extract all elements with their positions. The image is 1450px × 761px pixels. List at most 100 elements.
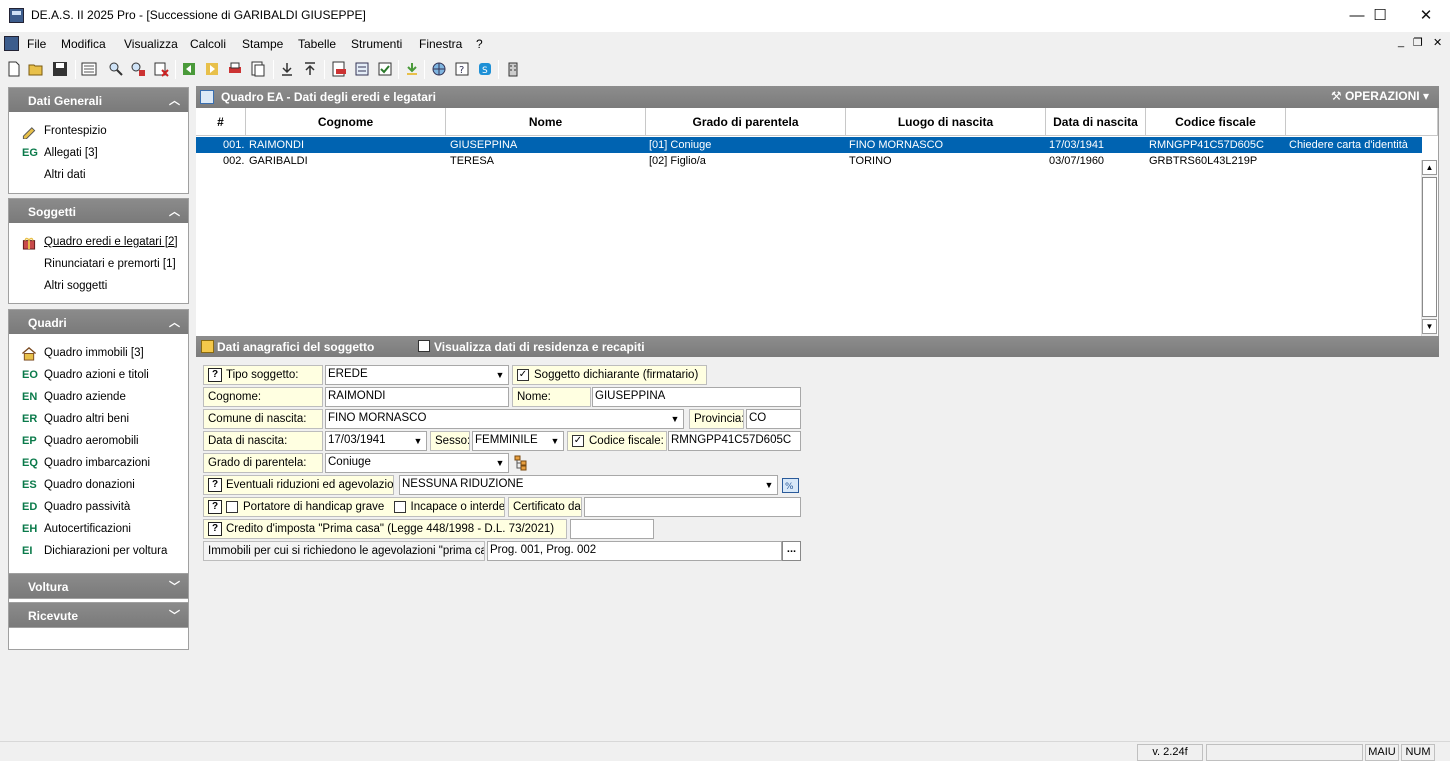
collapse-icon[interactable]: ︿ <box>169 314 180 330</box>
chevron-down-icon[interactable]: ▼ <box>493 456 507 471</box>
skype-icon[interactable]: S <box>477 61 493 77</box>
column-header-nome[interactable]: Nome <box>446 108 646 136</box>
sidebar-item-quadro-aziende[interactable]: EN Quadro aziende <box>9 388 188 408</box>
menu-modifica[interactable]: Modifica <box>61 37 106 51</box>
tipo-soggetto-select[interactable]: EREDE ▼ <box>325 365 509 385</box>
menu-visualizza[interactable]: Visualizza <box>124 37 178 51</box>
scroll-down-button[interactable]: ▼ <box>1422 319 1437 334</box>
codice-fiscale-input[interactable]: RMNGPP41C57D605C <box>668 431 801 451</box>
codice-fiscale-checkbox[interactable]: ✓ <box>572 435 584 447</box>
globe-icon[interactable] <box>431 61 447 77</box>
section-header-quadri[interactable]: Quadri ︿ <box>9 310 188 334</box>
chevron-down-icon[interactable]: ▼ <box>762 478 776 493</box>
save-icon[interactable] <box>52 61 68 77</box>
grado-parentela-select[interactable]: Coniuge ▼ <box>325 453 509 473</box>
sidebar-item-altri-dati[interactable]: Altri dati <box>9 166 188 186</box>
section-header-dati-generali[interactable]: Dati Generali ︿ <box>9 88 188 112</box>
chevron-down-icon[interactable]: ▼ <box>411 434 425 449</box>
operations-menu[interactable]: ⚒ OPERAZIONI ▾ <box>1331 89 1429 103</box>
menu-file[interactable]: File <box>27 37 46 51</box>
handicap-checkbox[interactable] <box>226 501 238 513</box>
column-header-cf[interactable]: Codice fiscale <box>1146 108 1286 136</box>
export-icon[interactable] <box>302 61 318 77</box>
sidebar-item-frontespizio[interactable]: Frontespizio <box>9 122 188 142</box>
show-residence-checkbox[interactable] <box>418 340 430 352</box>
table-row[interactable]: 002. GARIBALDI TERESA [02] Figlio/a TORI… <box>196 153 1422 169</box>
collapse-icon[interactable]: ︿ <box>169 203 180 219</box>
show-residence-label[interactable]: Visualizza dati di residenza e recapiti <box>434 340 645 354</box>
sidebar-item-quadro-donazioni[interactable]: ES Quadro donazioni <box>9 476 188 496</box>
column-header-luogo[interactable]: Luogo di nascita <box>846 108 1046 136</box>
section-header-voltura[interactable]: Voltura ﹀ <box>9 574 188 598</box>
new-document-icon[interactable] <box>6 61 22 77</box>
scroll-up-button[interactable]: ▲ <box>1422 160 1437 175</box>
previous-icon[interactable] <box>181 61 197 77</box>
list-view-icon[interactable] <box>81 61 97 77</box>
codice-fiscale-label[interactable]: ✓ Codice fiscale: <box>567 431 667 451</box>
mdi-close-button[interactable]: ✕ <box>1433 36 1442 49</box>
print-icon[interactable] <box>227 61 243 77</box>
delete-record-icon[interactable] <box>153 61 169 77</box>
riduzioni-select[interactable]: NESSUNA RIDUZIONE ▼ <box>399 475 778 495</box>
column-header-data[interactable]: Data di nascita <box>1046 108 1146 136</box>
chevron-down-icon[interactable]: ▼ <box>668 412 682 427</box>
percent-table-icon[interactable]: % <box>782 478 799 493</box>
data-nascita-picker[interactable]: 17/03/1941 ▼ <box>325 431 427 451</box>
sidebar-item-quadro-passivita[interactable]: ED Quadro passività <box>9 498 188 518</box>
chevron-down-icon[interactable]: ▼ <box>493 368 507 383</box>
section-ricevute[interactable]: Ricevute ﹀ <box>8 602 189 628</box>
section-voltura[interactable]: Voltura ﹀ <box>8 573 189 599</box>
scroll-thumb[interactable] <box>1422 177 1437 317</box>
checklist-icon[interactable] <box>377 61 393 77</box>
sidebar-item-altri-soggetti[interactable]: Altri soggetti <box>9 277 188 297</box>
sidebar-item-quadro-aeromobili[interactable]: EP Quadro aeromobili <box>9 432 188 452</box>
column-header-cognome[interactable]: Cognome <box>246 108 446 136</box>
help-button[interactable]: ? <box>208 368 222 382</box>
menu-tabelle[interactable]: Tabelle <box>298 37 336 51</box>
building-icon[interactable] <box>505 61 521 77</box>
sidebar-item-quadro-imbarcazioni[interactable]: EQ Quadro imbarcazioni <box>9 454 188 474</box>
document-system-icon[interactable] <box>4 36 19 51</box>
next-icon[interactable] <box>204 61 220 77</box>
download-icon[interactable] <box>404 61 420 77</box>
credito-imposta-input[interactable] <box>570 519 654 539</box>
expand-icon[interactable]: ﹀ <box>169 607 180 623</box>
help-button[interactable]: ? <box>208 500 222 514</box>
soggetto-dichiarante-checkbox[interactable]: ✓ <box>517 369 529 381</box>
sidebar-item-quadro-eredi[interactable]: Quadro eredi e legatari [2] <box>9 233 188 253</box>
help-button[interactable]: ? <box>208 478 222 492</box>
mdi-minimize-button[interactable]: _ <box>1398 36 1404 48</box>
column-header-num[interactable]: # <box>196 108 246 136</box>
immobili-prima-casa-input[interactable]: Prog. 001, Prog. 002 <box>487 541 782 561</box>
calculator-icon[interactable] <box>354 61 370 77</box>
vertical-scrollbar[interactable]: ▲ ▼ <box>1421 160 1437 336</box>
help-button[interactable]: ? <box>208 522 222 536</box>
soggetto-dichiarante-field[interactable]: ✓ Soggetto dichiarante (firmatario) <box>512 365 707 385</box>
import-icon[interactable] <box>279 61 295 77</box>
table-row[interactable]: 001. RAIMONDI GIUSEPPINA [01] Coniuge FI… <box>196 137 1422 153</box>
section-header-soggetti[interactable]: Soggetti ︿ <box>9 199 188 223</box>
provincia-input[interactable]: CO <box>746 409 801 429</box>
menu-calcoli[interactable]: Calcoli <box>190 37 226 51</box>
family-tree-icon[interactable] <box>514 455 528 471</box>
section-header-ricevute[interactable]: Ricevute ﹀ <box>9 603 188 627</box>
menu-strumenti[interactable]: Strumenti <box>351 37 402 51</box>
menu-help[interactable]: ? <box>476 37 483 51</box>
sidebar-item-autocertificazioni[interactable]: EH Autocertificazioni <box>9 520 188 540</box>
mdi-restore-button[interactable]: ❐ <box>1413 36 1423 49</box>
expand-icon[interactable]: ﹀ <box>169 578 180 594</box>
sidebar-item-quadro-azioni[interactable]: EO Quadro azioni e titoli <box>9 366 188 386</box>
sidebar-item-allegati[interactable]: EG Allegati [3] <box>9 144 188 164</box>
pdf-export-icon[interactable] <box>331 61 347 77</box>
menu-stampe[interactable]: Stampe <box>242 37 283 51</box>
maximize-button[interactable]: ☐ <box>1357 0 1403 32</box>
sidebar-item-quadro-altri-beni[interactable]: ER Quadro altri beni <box>9 410 188 430</box>
sidebar-item-quadro-immobili[interactable]: Quadro immobili [3] <box>9 344 188 364</box>
browse-button[interactable]: ... <box>782 541 801 561</box>
close-button[interactable]: ✕ <box>1403 0 1449 32</box>
nome-input[interactable]: GIUSEPPINA <box>592 387 801 407</box>
chevron-down-icon[interactable]: ▼ <box>548 434 562 449</box>
sidebar-item-dichiarazioni-voltura[interactable]: EI Dichiarazioni per voltura <box>9 542 188 562</box>
column-header-grado[interactable]: Grado di parentela <box>646 108 846 136</box>
help-icon[interactable]: ? <box>454 61 470 77</box>
